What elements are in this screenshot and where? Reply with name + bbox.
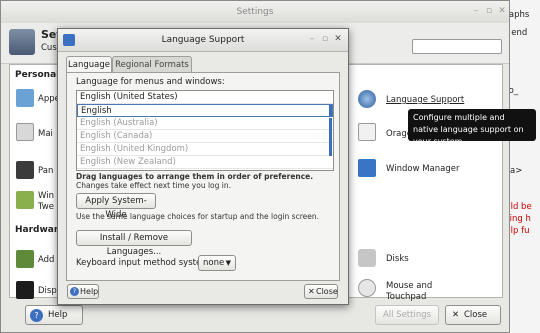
calendar-icon[interactable] [358, 123, 376, 141]
close-button[interactable]: ✕ Close [445, 305, 501, 325]
list-item[interactable]: English (Canada) [77, 130, 333, 143]
settings-item-window-manager[interactable]: Window Manager [386, 164, 459, 174]
keyboard-label: Keyboard input method system: [76, 258, 213, 268]
list-item[interactable]: English (United Kingdom) [77, 143, 333, 156]
globe-icon[interactable] [358, 90, 376, 108]
settings-item-disks[interactable]: Disks [386, 254, 409, 264]
selection-marker [329, 105, 332, 117]
close-icon[interactable]: ✕ [497, 6, 507, 16]
language-support-dialog: Language Support – ▫ ✕ Language Regional… [57, 28, 349, 305]
dialog-help-button[interactable]: ? Help [67, 284, 99, 299]
drag-hint: Changes take effect next time you log in… [76, 181, 231, 190]
addons-icon[interactable] [16, 250, 34, 268]
settings-item-display[interactable]: Disp [38, 286, 57, 296]
menu-editor-icon[interactable] [16, 123, 34, 141]
settings-title: Settings [236, 7, 274, 17]
list-item[interactable]: English (New Zealand) [77, 156, 333, 169]
maximize-icon[interactable]: ▫ [484, 6, 494, 16]
mouse-icon[interactable] [358, 279, 376, 297]
header-subtitle: Cus [41, 43, 57, 53]
help-icon: ? [70, 287, 79, 296]
keyboard-method-select[interactable]: none ▼ [198, 255, 236, 271]
list-item[interactable]: English (Australia) [77, 117, 333, 130]
dialog-titlebar: Language Support [58, 29, 348, 52]
search-input[interactable] [412, 39, 502, 54]
all-settings-button[interactable]: All Settings [375, 305, 439, 325]
settings-item-tweaks[interactable]: Twe [38, 202, 54, 212]
install-remove-languages-button[interactable]: Install / Remove Languages... [76, 230, 192, 257]
drag-hint-bold: Drag languages to arrange them in order … [76, 172, 314, 181]
settings-item-panel[interactable]: Pan [38, 166, 53, 176]
close-icon[interactable]: ✕ [333, 34, 343, 44]
dialog-app-icon [63, 34, 75, 46]
window-tweaks-icon[interactable] [16, 191, 34, 209]
dialog-title: Language Support [161, 35, 245, 45]
tooltip: Configure multiple and native language s… [408, 109, 536, 146]
selection-marker [329, 118, 332, 156]
tab-language[interactable]: Language [66, 56, 112, 73]
tab-regional-formats[interactable]: Regional Formats [112, 56, 192, 73]
settings-item-language-support[interactable]: Language Support [386, 95, 464, 105]
settings-item-window[interactable]: Win [38, 191, 54, 201]
close-icon: ✕ [308, 287, 315, 296]
disk-icon[interactable] [358, 249, 376, 267]
list-label: Language for menus and windows: [76, 77, 225, 87]
minimize-icon[interactable]: – [307, 34, 317, 44]
close-icon: ✕ [452, 310, 460, 320]
panel-icon[interactable] [16, 161, 34, 179]
settings-item-add[interactable]: Add [38, 255, 54, 265]
apply-system-wide-button[interactable]: Apply System-Wide [76, 193, 156, 220]
display-icon[interactable] [16, 281, 34, 299]
list-item[interactable]: English (United States) [77, 91, 333, 104]
apply-hint: Use the same language choices for startu… [76, 212, 319, 221]
settings-titlebar: Settings [1, 1, 509, 24]
appearance-icon[interactable] [16, 89, 34, 107]
language-panel: Language for menus and windows: English … [66, 72, 340, 281]
dialog-close-button[interactable]: ✕ Close [304, 284, 338, 299]
window-manager-icon[interactable] [358, 159, 376, 177]
minimize-icon[interactable]: – [471, 6, 481, 16]
language-list[interactable]: English (United States) English English … [76, 90, 334, 171]
help-icon: ? [30, 309, 43, 322]
category-personal: Personal [15, 70, 60, 80]
list-item[interactable]: English [77, 104, 333, 117]
settings-app-icon [9, 29, 35, 55]
settings-item-main[interactable]: Mai [38, 129, 53, 139]
maximize-icon[interactable]: ▫ [320, 34, 330, 44]
help-button[interactable]: ? Help [25, 305, 83, 325]
chevron-down-icon: ▼ [225, 259, 231, 267]
